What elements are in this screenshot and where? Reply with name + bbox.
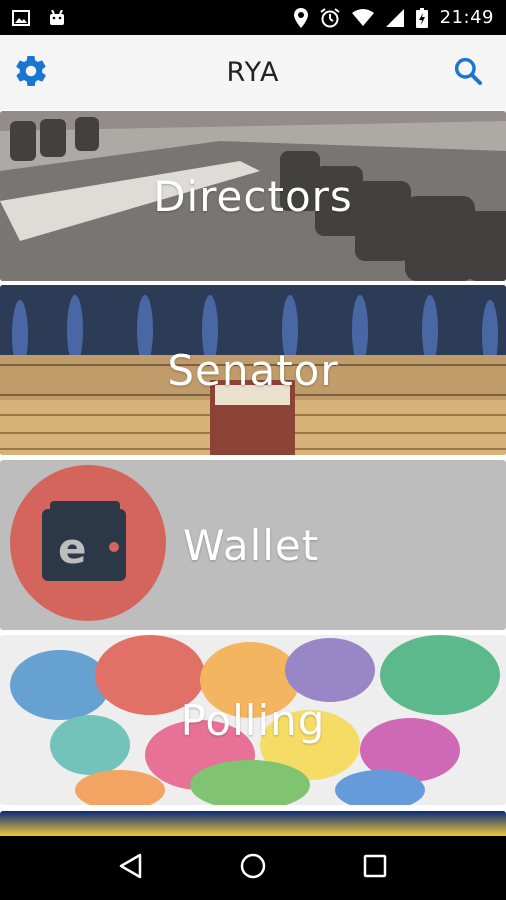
status-bar: 21:49 <box>0 0 506 35</box>
back-button[interactable] <box>106 843 156 893</box>
app-title: RYA <box>226 57 280 88</box>
tile-wallet[interactable]: e Wallet <box>0 460 506 630</box>
tile-label-wallet: Wallet <box>183 520 320 570</box>
recents-button[interactable] <box>350 843 400 893</box>
tile-label-polling: Polling <box>180 695 326 745</box>
tile-label-directors: Directors <box>153 171 353 221</box>
tile-label-senator: Senator <box>167 345 339 395</box>
home-icon <box>239 852 267 885</box>
tile-polling[interactable]: Polling <box>0 635 506 805</box>
navigation-bar <box>0 836 506 900</box>
tile-directors[interactable]: Directors <box>0 111 506 281</box>
tile-senator[interactable]: Senator <box>0 285 506 455</box>
settings-button[interactable] <box>11 53 51 93</box>
battery-charging-icon <box>415 7 428 28</box>
status-time: 21:49 <box>439 7 494 28</box>
app-bar: RYA <box>0 35 506 110</box>
alarm-icon <box>320 7 340 28</box>
back-icon <box>118 853 144 884</box>
location-icon <box>293 7 308 28</box>
home-button[interactable] <box>228 843 278 893</box>
search-button[interactable] <box>448 53 488 93</box>
recents-icon <box>363 854 387 883</box>
android-icon <box>48 9 66 26</box>
menu-tiles: Directors Senator e Wallet Polling <box>0 110 506 836</box>
gear-icon <box>13 53 49 94</box>
signal-icon <box>385 8 404 27</box>
wifi-icon <box>351 8 374 27</box>
image-icon <box>12 9 30 26</box>
tile-next-partial[interactable] <box>0 811 506 836</box>
search-icon <box>452 55 484 92</box>
